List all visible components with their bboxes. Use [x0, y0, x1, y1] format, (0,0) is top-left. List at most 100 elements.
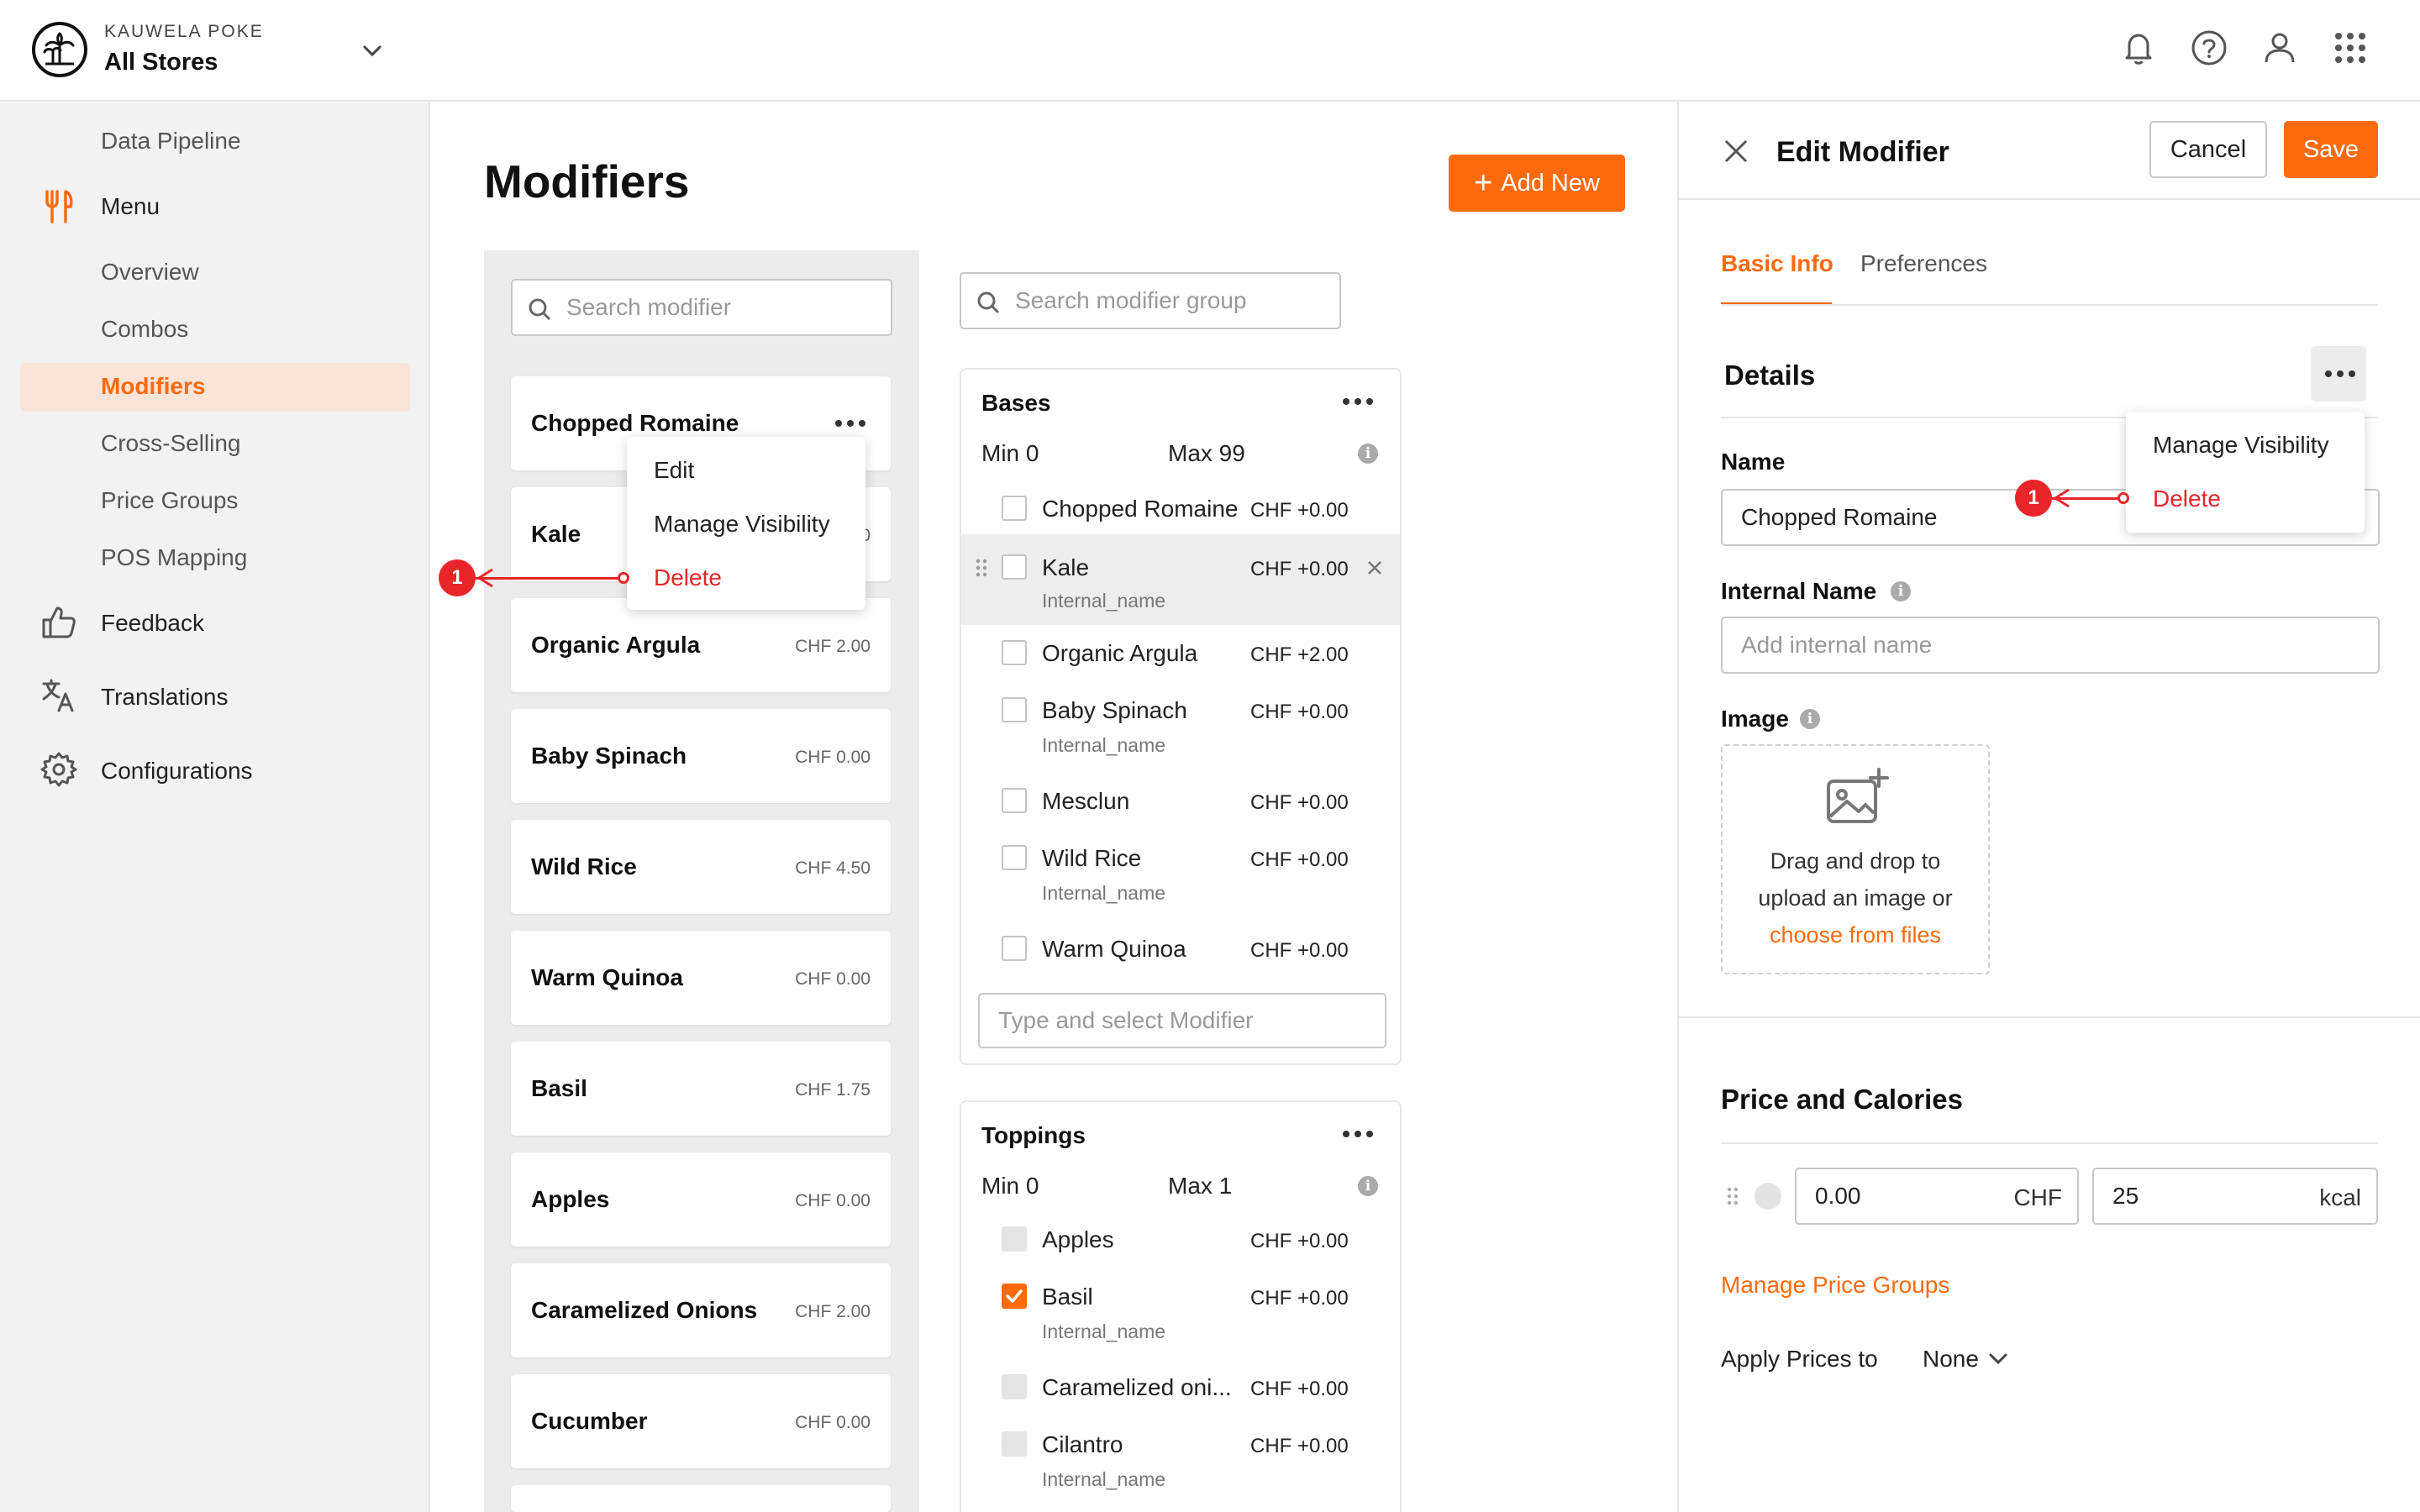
item-checkbox[interactable]: [1002, 936, 1027, 961]
search-modifier-group-input[interactable]: Search modifier group: [960, 272, 1341, 329]
drag-handle-icon[interactable]: [1726, 1186, 1739, 1206]
price-calories-heading: Price and Calories: [1721, 1084, 1963, 1115]
sidebar-item-price-groups[interactable]: Price Groups: [101, 487, 238, 514]
brand-name: KAUWELA POKE: [104, 22, 264, 41]
item-name: Organic Argula: [1042, 640, 1198, 666]
item-checkbox[interactable]: [1002, 554, 1027, 580]
save-button[interactable]: Save: [2284, 121, 2378, 178]
chevron-down-icon[interactable]: [1986, 1347, 2010, 1371]
item-checkbox-checked[interactable]: [1002, 1284, 1027, 1309]
group-item-row[interactable]: Basil Internal_name CHF +0.00: [961, 1278, 1400, 1362]
menu-item-manage-visibility[interactable]: Manage Visibility: [654, 511, 830, 538]
item-name: Cilantro: [1042, 1431, 1123, 1457]
item-name: Caramelized oni...: [1042, 1374, 1232, 1400]
modifier-card[interactable]: Basil CHF 1.75: [511, 1042, 891, 1136]
add-new-button[interactable]: + Add New: [1449, 155, 1625, 212]
more-options-icon[interactable]: [1343, 1131, 1373, 1137]
sidebar-item-overview[interactable]: Overview: [101, 259, 199, 286]
modifier-card[interactable]: Baby Spinach CHF 0.00: [511, 709, 891, 803]
group-item-row[interactable]: Baby Spinach Internal_name CHF +0.00: [961, 692, 1400, 776]
image-dropzone[interactable]: Drag and drop to upload an image or choo…: [1721, 744, 1990, 974]
help-icon[interactable]: [2188, 27, 2230, 69]
modifier-name: Apples: [531, 1186, 610, 1212]
item-checkbox[interactable]: [1002, 640, 1027, 665]
image-label: Image: [1721, 706, 1789, 732]
group-item-row[interactable]: Mesclun CHF +0.00: [961, 783, 1400, 833]
tab-basic-info[interactable]: Basic Info: [1721, 250, 1833, 277]
tab-preferences[interactable]: Preferences: [1860, 250, 1987, 277]
item-checkbox[interactable]: [1002, 697, 1027, 722]
sidebar-item-menu[interactable]: Menu: [101, 193, 160, 220]
more-options-icon[interactable]: [835, 420, 865, 427]
sidebar-item-pos-mapping[interactable]: POS Mapping: [101, 544, 247, 571]
apps-grid-icon[interactable]: [2329, 27, 2371, 69]
edit-modifier-panel: Edit Modifier Cancel Save Basic Info Pre…: [1677, 102, 2420, 1512]
group-item-row[interactable]: Chopped Romaine CHF +0.00: [961, 489, 1400, 539]
currency-unit: CHF: [2013, 1184, 2062, 1210]
item-price: CHF +0.00: [1250, 1230, 1349, 1252]
item-checkbox[interactable]: [1002, 496, 1027, 521]
sidebar-item-data-pipeline[interactable]: Data Pipeline: [101, 128, 241, 155]
group-item-row[interactable]: Kale Internal_name CHF +0.00: [961, 534, 1400, 625]
type-select-modifier-input[interactable]: Type and select Modifier: [978, 993, 1386, 1048]
modifier-card[interactable]: Apples CHF 0.00: [511, 1152, 891, 1247]
sidebar-item-feedback[interactable]: Feedback: [101, 610, 204, 637]
item-name: Baby Spinach: [1042, 697, 1187, 723]
calories-input[interactable]: 25 kcal: [2092, 1168, 2378, 1225]
modifier-card[interactable]: [511, 1485, 891, 1512]
sidebar-item-combos[interactable]: Combos: [101, 316, 188, 343]
item-name: Wild Rice: [1042, 845, 1142, 871]
item-checkbox[interactable]: [1002, 1431, 1027, 1457]
user-icon[interactable]: [2259, 27, 2301, 69]
menu-item-delete[interactable]: Delete: [2153, 486, 2221, 512]
group-item-row[interactable]: Warm Quinoa CHF +0.00: [961, 931, 1400, 981]
menu-item-delete[interactable]: Delete: [654, 564, 722, 591]
annotation-endpoint: [2118, 492, 2129, 504]
divider: [1679, 198, 2420, 200]
close-icon[interactable]: [1723, 138, 1749, 165]
add-new-label: Add New: [1501, 169, 1600, 197]
close-icon[interactable]: [1366, 559, 1383, 576]
group-item-row[interactable]: Organic Argula CHF +2.00: [961, 635, 1400, 685]
menu-item-edit[interactable]: Edit: [654, 457, 694, 484]
cancel-button[interactable]: Cancel: [2149, 121, 2267, 178]
sidebar-item-cross-selling[interactable]: Cross-Selling: [101, 430, 241, 457]
store-selector-label[interactable]: All Stores: [104, 49, 218, 76]
plus-icon: +: [1474, 165, 1493, 201]
info-icon: i: [1891, 581, 1911, 601]
item-checkbox[interactable]: [1002, 1226, 1027, 1252]
checkmark-icon: [1006, 1289, 1023, 1303]
group-item-row[interactable]: Wild Rice Internal_name CHF +0.00: [961, 840, 1400, 924]
fork-knife-icon: [40, 188, 77, 225]
modifier-card[interactable]: Wild Rice CHF 4.50: [511, 820, 891, 914]
group-item-row[interactable]: Caramelized oni... CHF +0.00: [961, 1369, 1400, 1420]
calories-unit: kcal: [2319, 1184, 2361, 1210]
sidebar-item-modifiers[interactable]: Modifiers: [101, 373, 205, 400]
search-modifier-input[interactable]: Search modifier: [511, 279, 892, 336]
group-item-row[interactable]: Cilantro Internal_name CHF +0.00: [961, 1426, 1400, 1510]
bell-icon[interactable]: [2118, 27, 2160, 69]
item-checkbox[interactable]: [1002, 1374, 1027, 1399]
choose-from-files-link[interactable]: choose from files: [1723, 922, 1988, 948]
drag-handle-icon[interactable]: [975, 558, 988, 578]
modifier-card[interactable]: Caramelized Onions CHF 2.00: [511, 1263, 891, 1357]
apply-prices-select[interactable]: None: [1923, 1346, 1979, 1373]
details-more-button[interactable]: [2311, 346, 2366, 402]
chevron-down-icon[interactable]: [360, 39, 385, 64]
manage-price-groups-link[interactable]: Manage Price Groups: [1721, 1272, 1949, 1299]
modifier-card[interactable]: Warm Quinoa CHF 0.00: [511, 931, 891, 1025]
modifier-card[interactable]: Cucumber CHF 0.00: [511, 1374, 891, 1468]
more-options-icon[interactable]: [1343, 398, 1373, 405]
item-internal-name: Internal_name: [1042, 1468, 1166, 1490]
sidebar-item-translations[interactable]: Translations: [101, 684, 228, 711]
sidebar-item-configurations[interactable]: Configurations: [101, 758, 253, 785]
menu-item-manage-visibility[interactable]: Manage Visibility: [2153, 432, 2329, 459]
item-checkbox[interactable]: [1002, 788, 1027, 813]
price-input[interactable]: 0.00 CHF: [1795, 1168, 2079, 1225]
internal-name-input[interactable]: Add internal name: [1721, 617, 2380, 674]
group-item-row[interactable]: Apples CHF +0.00: [961, 1221, 1400, 1272]
item-checkbox[interactable]: [1002, 845, 1027, 870]
modifier-group-bases: Bases Min 0 Max 99 i Chopped Romaine CHF…: [960, 368, 1402, 1065]
item-name: Mesclun: [1042, 788, 1130, 814]
modifier-card[interactable]: Organic Argula CHF 2.00: [511, 598, 891, 692]
